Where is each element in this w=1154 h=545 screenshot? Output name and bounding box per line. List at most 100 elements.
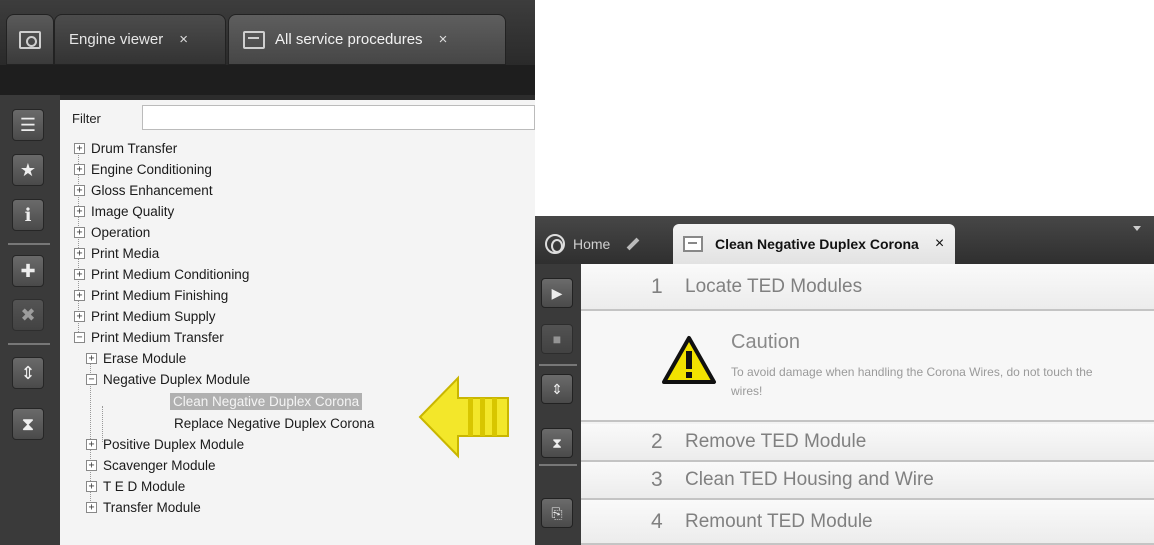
step-row[interactable]: 3 Clean TED Housing and Wire xyxy=(581,462,1154,500)
expand-icon[interactable]: + xyxy=(74,289,85,301)
dropdown-arrow-icon[interactable] xyxy=(1133,226,1141,231)
tree-node-label: Drum Transfer xyxy=(91,140,178,156)
tree-leaf-selected[interactable]: Clean Negative Duplex Corona xyxy=(170,391,363,411)
expand-icon[interactable]: + xyxy=(74,247,85,259)
expand-collapse-button[interactable]: ⇕ xyxy=(541,374,573,404)
tree-node[interactable]: + T E D Module xyxy=(86,476,185,496)
bookmark-add-button[interactable]: ✚ xyxy=(12,255,44,287)
expand-icon[interactable]: + xyxy=(86,459,97,471)
expand-icon[interactable]: + xyxy=(74,310,85,322)
step-number: 2 xyxy=(651,430,663,453)
tab-label: Clean Negative Duplex Corona xyxy=(715,236,919,252)
step-row[interactable]: 2 Remove TED Module xyxy=(581,424,1154,462)
close-icon[interactable]: × xyxy=(179,31,188,48)
tab-all-service-procedures[interactable]: All service procedures × xyxy=(228,14,506,65)
pin-icon[interactable] xyxy=(626,237,640,251)
expand-collapse-icon: ⇕ xyxy=(551,380,563,397)
tree-node[interactable]: + Engine Conditioning xyxy=(74,159,212,179)
caution-text: To avoid damage when handling the Corona… xyxy=(731,365,1093,398)
tree-node[interactable]: + Print Medium Supply xyxy=(74,306,216,326)
stop-button[interactable]: ■ xyxy=(541,324,573,354)
step-title: Clean TED Housing and Wire xyxy=(685,469,934,490)
toolbar-divider xyxy=(8,243,50,245)
tree-node[interactable]: + Print Medium Finishing xyxy=(74,285,228,305)
expand-collapse-button[interactable]: ⇕ xyxy=(12,357,44,389)
tree-node-label: Engine Conditioning xyxy=(91,161,212,177)
tree-node[interactable]: + Positive Duplex Module xyxy=(86,434,244,454)
tab-engine-viewer[interactable]: Engine viewer × xyxy=(54,14,226,65)
collapse-icon[interactable]: − xyxy=(86,373,97,385)
bookmark-remove-icon: ✖ xyxy=(20,304,36,325)
expand-icon[interactable]: + xyxy=(86,352,97,364)
tree-node[interactable]: + Operation xyxy=(74,222,150,242)
play-icon: ▶ xyxy=(551,284,563,301)
procedure-steps-window: Home Clean Negative Duplex Corona × ▶ ■ … xyxy=(535,216,1154,545)
bookmark-add-icon: ✚ xyxy=(20,260,36,281)
toolbar-divider xyxy=(539,364,577,366)
tree-node-label: Erase Module xyxy=(103,350,187,366)
tree-node[interactable]: + Drum Transfer xyxy=(74,138,177,158)
step-row[interactable]: 4 Remount TED Module xyxy=(581,500,1154,545)
tree-node-label: Print Medium Transfer xyxy=(91,329,224,345)
toolbar-divider xyxy=(8,343,50,345)
info-icon: ℹ xyxy=(24,204,32,225)
close-icon[interactable]: × xyxy=(439,31,448,48)
tree-node-label: Clean Negative Duplex Corona xyxy=(170,392,363,410)
tree-node[interactable]: − Print Medium Transfer xyxy=(74,327,224,347)
tab-label: Engine viewer xyxy=(69,31,164,48)
collapse-icon[interactable]: − xyxy=(74,331,85,343)
expand-icon[interactable]: + xyxy=(74,142,85,154)
expand-icon[interactable]: + xyxy=(86,438,97,450)
tree-node-label: Gloss Enhancement xyxy=(91,182,213,198)
expand-icon[interactable]: + xyxy=(74,163,85,175)
info-button[interactable]: ℹ xyxy=(12,199,44,231)
favorites-button[interactable]: ★ xyxy=(12,154,44,186)
filter-input[interactable] xyxy=(142,105,535,130)
tree-node[interactable]: + Print Media xyxy=(74,243,159,263)
toolbar-strip xyxy=(0,65,535,95)
tree-node[interactable]: + Image Quality xyxy=(74,201,174,221)
close-icon[interactable]: × xyxy=(935,235,944,253)
tree-node-label: Transfer Module xyxy=(103,499,201,515)
tab-home[interactable]: Home xyxy=(541,224,671,264)
tree-node[interactable]: + Erase Module xyxy=(86,348,186,368)
tab-bar: Engine viewer × All service procedures × xyxy=(0,0,535,65)
list-button[interactable]: ☰ xyxy=(12,109,44,141)
caution-title: Caution xyxy=(731,331,800,353)
warning-icon xyxy=(662,336,716,384)
hourglass-button[interactable]: ⧗ xyxy=(541,428,573,458)
expand-icon[interactable]: + xyxy=(74,205,85,217)
tree-node-label: Print Media xyxy=(91,245,160,261)
step-row[interactable]: 1 Locate TED Modules xyxy=(581,264,1154,311)
step-title: Remove TED Module xyxy=(685,431,867,452)
expand-icon[interactable]: + xyxy=(74,268,85,280)
tree-node[interactable]: + Print Medium Conditioning xyxy=(74,264,249,284)
tree-node[interactable]: + Scavenger Module xyxy=(86,455,216,475)
expand-icon[interactable]: + xyxy=(86,480,97,492)
side-toolbar: ☰ ★ ℹ ✚ ✖ ⇕ ⧗ xyxy=(0,95,60,545)
play-button[interactable]: ▶ xyxy=(541,278,573,308)
filter-label: Filter xyxy=(72,110,101,126)
tree-node-label: T E D Module xyxy=(103,478,186,494)
globe-icon xyxy=(545,234,565,254)
expand-icon[interactable]: + xyxy=(74,184,85,196)
procedure-icon xyxy=(683,236,703,252)
hourglass-button[interactable]: ⧗ xyxy=(12,408,44,440)
tab-home[interactable] xyxy=(6,14,54,65)
step-number: 4 xyxy=(651,509,663,533)
expand-icon[interactable]: + xyxy=(86,501,97,513)
tree-node[interactable]: + Transfer Module xyxy=(86,497,201,517)
tab-clean-negative-duplex-corona[interactable]: Clean Negative Duplex Corona × xyxy=(673,224,955,264)
tree-node[interactable]: − Negative Duplex Module xyxy=(86,369,250,389)
tree-node[interactable]: + Gloss Enhancement xyxy=(74,180,213,200)
bookmark-remove-button[interactable]: ✖ xyxy=(12,299,44,331)
tab-label: All service procedures xyxy=(275,31,423,48)
step-number: 1 xyxy=(651,274,663,298)
export-button[interactable]: ⎘ xyxy=(541,498,573,528)
tree-node-label: Replace Negative Duplex Corona xyxy=(174,415,375,431)
tree-node-label: Positive Duplex Module xyxy=(103,436,245,452)
expand-icon[interactable]: + xyxy=(74,226,85,238)
service-procedures-window: Engine viewer × All service procedures ×… xyxy=(0,0,535,545)
tree-leaf[interactable]: Replace Negative Duplex Corona xyxy=(174,413,374,433)
tree-node-label: Operation xyxy=(91,224,151,240)
